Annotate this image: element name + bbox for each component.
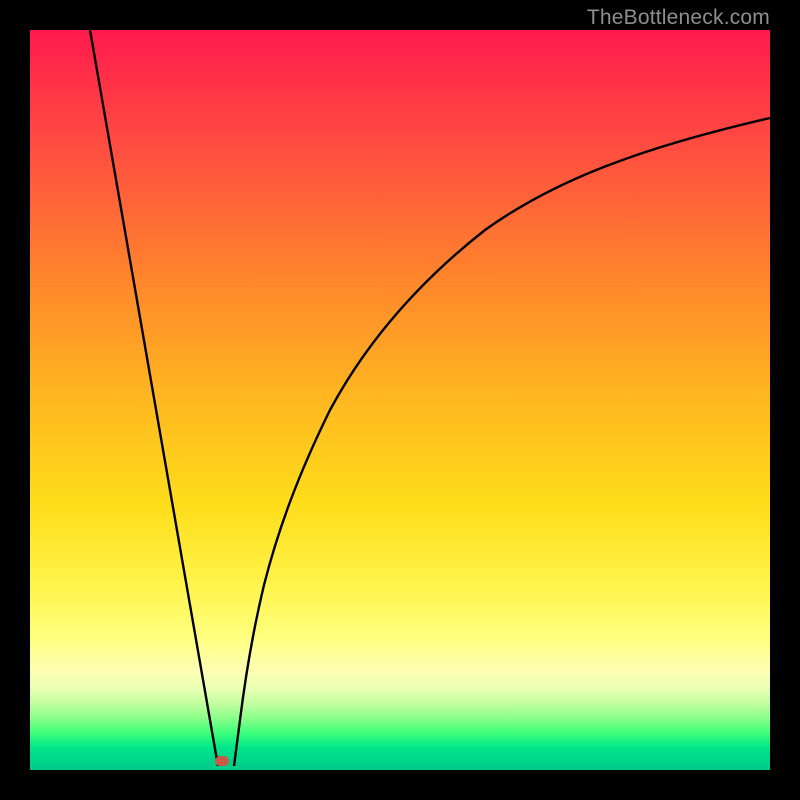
chart-frame [30,30,770,770]
watermark-text: TheBottleneck.com [587,6,770,30]
descent-line [90,30,218,766]
chart-curve-svg [30,30,770,770]
min-marker [215,756,229,766]
recovery-curve [234,118,770,766]
